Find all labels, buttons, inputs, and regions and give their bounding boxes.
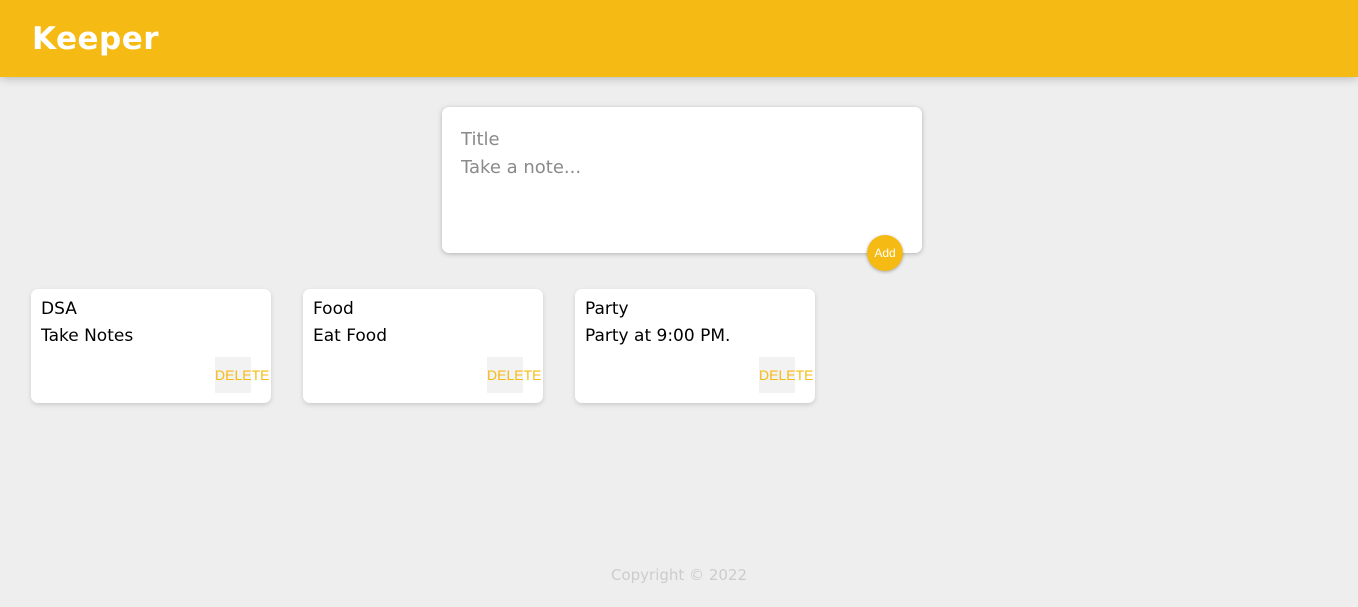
note-card: Party Party at 9:00 PM. DELETE xyxy=(575,289,815,403)
create-note-form xyxy=(442,107,922,253)
app-header: Keeper xyxy=(0,0,1358,77)
add-note-button[interactable]: Add xyxy=(867,235,903,271)
note-title: Food xyxy=(313,299,354,319)
app-title: Keeper xyxy=(32,21,160,57)
delete-note-button[interactable]: DELETE xyxy=(215,357,269,393)
note-title-input[interactable] xyxy=(461,125,901,153)
page-footer: Copyright © 2022 xyxy=(0,566,1358,584)
note-content-input[interactable] xyxy=(461,157,901,237)
delete-note-button[interactable]: DELETE xyxy=(759,357,813,393)
note-content: Take Notes xyxy=(41,326,134,346)
note-title: DSA xyxy=(41,299,77,319)
delete-note-button[interactable]: DELETE xyxy=(487,357,541,393)
note-card: Food Eat Food DELETE xyxy=(303,289,543,403)
note-content: Party at 9:00 PM. xyxy=(585,326,731,346)
note-content: Eat Food xyxy=(313,326,387,346)
copyright-text: Copyright © 2022 xyxy=(610,566,747,584)
note-title: Party xyxy=(585,299,629,319)
note-card: DSA Take Notes DELETE xyxy=(31,289,271,403)
